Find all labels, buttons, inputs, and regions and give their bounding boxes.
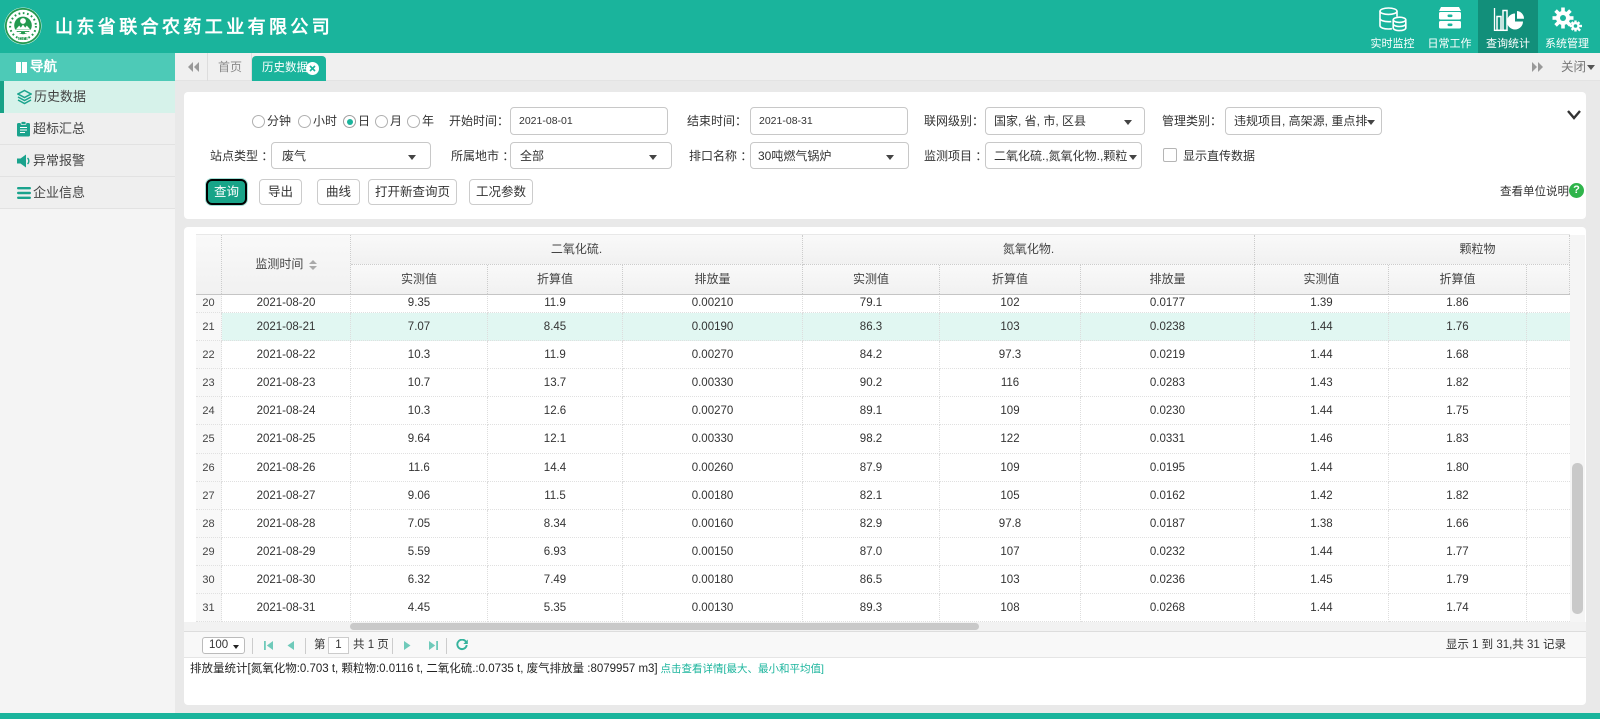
svg-text:MEE: MEE bbox=[18, 36, 28, 41]
